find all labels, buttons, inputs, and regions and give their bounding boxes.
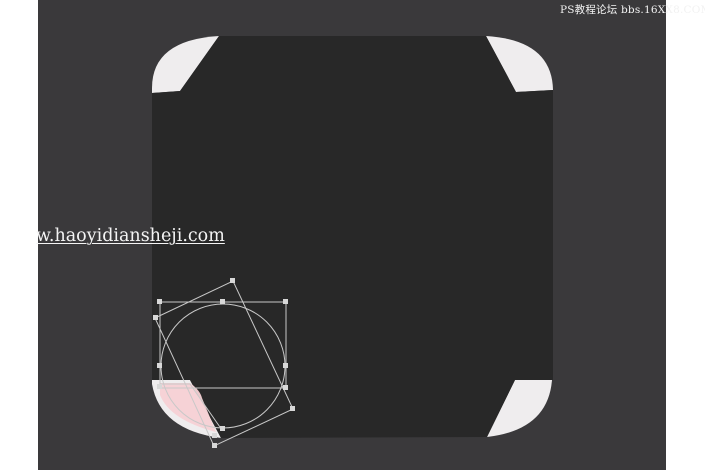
- handle[interactable]: [290, 406, 295, 411]
- handle[interactable]: [230, 278, 235, 283]
- handle[interactable]: [220, 299, 225, 304]
- handle[interactable]: [157, 384, 162, 389]
- handle[interactable]: [157, 299, 162, 304]
- handle[interactable]: [283, 299, 288, 304]
- handle[interactable]: [157, 363, 162, 368]
- handle[interactable]: [283, 385, 288, 390]
- source-watermark: PS教程论坛 bbs.16XX8.COM: [560, 4, 705, 16]
- handle[interactable]: [283, 363, 288, 368]
- handle[interactable]: [212, 443, 217, 448]
- handle[interactable]: [212, 433, 217, 438]
- handle[interactable]: [220, 426, 225, 431]
- screenshot-stage: PS教程论坛 bbs.16XX8.COM w.haoyidiansheji.co…: [0, 0, 705, 470]
- site-watermark: w.haoyidiansheji.com: [36, 226, 225, 246]
- handle[interactable]: [153, 315, 158, 320]
